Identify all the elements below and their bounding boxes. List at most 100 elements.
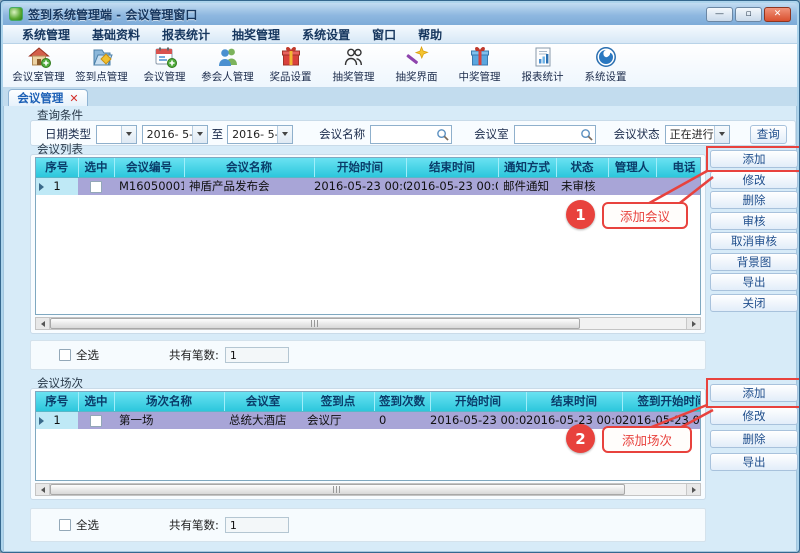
scroll-right-icon[interactable] [686, 484, 700, 495]
report-chart-icon [531, 45, 555, 69]
col-seq[interactable]: 序号 [36, 392, 78, 411]
meeting-table-row[interactable]: 1 M16050001 神盾产品发布会 2016-05-23 00:00 201… [36, 177, 701, 195]
room-input[interactable] [515, 127, 580, 142]
row-start-time: 2016-05-23 00:00 [314, 177, 406, 195]
session-add-button[interactable]: 添加 [710, 384, 798, 402]
scroll-left-icon[interactable] [36, 484, 50, 495]
meeting-add-button[interactable]: 添加 [710, 150, 798, 168]
chevron-down-icon[interactable] [714, 126, 729, 143]
toolbar-attendee-management[interactable]: 参会人管理 [196, 45, 259, 87]
toolbar-winner-management[interactable]: 中奖管理 [448, 45, 511, 87]
search-button[interactable]: 查询 [750, 125, 787, 144]
status-select[interactable]: 正在进行 [665, 125, 730, 144]
tab-close-icon[interactable]: ✕ [69, 92, 78, 105]
row-checkpoint: 会议厅 [302, 411, 374, 429]
sessions-footer-panel: 全选 共有笔数: 1 [30, 508, 706, 542]
toolbar-lottery-screen[interactable]: 抽奖界面 [385, 45, 448, 87]
toolbar: 会议室管理 签到点管理 会议管理 [3, 44, 797, 88]
sessions-table-row[interactable]: 1 第一场 总统大酒店 会议厅 0 2016-05-23 00:00 2016-… [36, 411, 701, 429]
meeting-audit-button[interactable]: 审核 [710, 212, 798, 230]
col-meeting-name[interactable]: 会议名称 [184, 158, 314, 177]
col-selected[interactable]: 选中 [78, 392, 114, 411]
close-button[interactable]: ✕ [764, 7, 791, 22]
toolbar-system-settings[interactable]: 系统设置 [574, 45, 637, 87]
chevron-down-icon[interactable] [192, 126, 207, 143]
toolbar-lottery-management[interactable]: 抽奖管理 [322, 45, 385, 87]
col-room[interactable]: 会议室 [224, 392, 302, 411]
meeting-close-button[interactable]: 关闭 [710, 294, 798, 312]
toolbar-prize-settings[interactable]: 奖品设置 [259, 45, 322, 87]
meeting-list-legend: 会议列表 [37, 141, 83, 157]
toolbar-label: 中奖管理 [459, 69, 501, 84]
menu-base-data[interactable]: 基础资料 [83, 26, 149, 43]
date-from-picker[interactable]: 2016- 5- 1 [142, 125, 208, 144]
scroll-right-icon[interactable] [686, 318, 700, 329]
search-icon[interactable] [580, 128, 593, 141]
minimize-button[interactable]: — [706, 7, 733, 22]
row-start-time: 2016-05-23 00:00 [430, 411, 526, 429]
query-groupbox: 查询条件 日期类型 2016- 5- 1 至 2016- 5-23 会议名称 [30, 120, 796, 146]
checkpoint-icon [90, 45, 114, 69]
meeting-export-button[interactable]: 导出 [710, 273, 798, 291]
scroll-thumb[interactable] [50, 318, 580, 329]
meeting-delete-button[interactable]: 删除 [710, 191, 798, 209]
menu-report-stats[interactable]: 报表统计 [153, 26, 219, 43]
row-checkbox[interactable] [90, 415, 102, 427]
row-checkbox[interactable] [90, 181, 102, 193]
col-manager[interactable]: 管理人 [608, 158, 656, 177]
col-end-time[interactable]: 结束时间 [406, 158, 498, 177]
meeting-name-input[interactable] [371, 127, 436, 142]
col-checkpoint[interactable]: 签到点 [302, 392, 374, 411]
col-selected[interactable]: 选中 [78, 158, 114, 177]
col-signin-start-time[interactable]: 签到开始时间 [622, 392, 701, 411]
maximize-button[interactable]: ▫ [735, 7, 762, 22]
select-all-checkbox[interactable] [59, 519, 71, 531]
date-to-separator: 至 [212, 126, 224, 142]
query-legend: 查询条件 [37, 107, 83, 123]
toolbar-report-statistics[interactable]: 报表统计 [511, 45, 574, 87]
col-status[interactable]: 状态 [556, 158, 608, 177]
meeting-table-hscrollbar[interactable] [35, 317, 701, 330]
menu-help[interactable]: 帮助 [409, 26, 451, 43]
menu-window[interactable]: 窗口 [363, 26, 405, 43]
date-type-select[interactable] [96, 125, 137, 144]
col-session-name[interactable]: 场次名称 [114, 392, 224, 411]
toolbar-meeting-room-management[interactable]: 会议室管理 [7, 45, 70, 87]
scroll-thumb[interactable] [50, 484, 625, 495]
meeting-cancel-audit-button[interactable]: 取消审核 [710, 232, 798, 250]
menu-lottery-management[interactable]: 抽奖管理 [223, 26, 289, 43]
toolbar-meeting-management[interactable]: 会议管理 [133, 45, 196, 87]
menu-system-settings[interactable]: 系统设置 [293, 26, 359, 43]
session-modify-button[interactable]: 修改 [710, 407, 798, 425]
col-signin-count[interactable]: 签到次数 [374, 392, 430, 411]
room-search [514, 125, 596, 144]
title-bar: 签到系统管理端 - 会议管理窗口 — ▫ ✕ [3, 3, 797, 25]
session-export-button[interactable]: 导出 [710, 453, 798, 471]
col-start-time[interactable]: 开始时间 [430, 392, 526, 411]
chevron-down-icon[interactable] [277, 126, 292, 143]
select-all-checkbox[interactable] [59, 349, 71, 361]
col-phone[interactable]: 电话 [656, 158, 701, 177]
col-start-time[interactable]: 开始时间 [314, 158, 406, 177]
col-end-time[interactable]: 结束时间 [526, 392, 622, 411]
scroll-left-icon[interactable] [36, 318, 50, 329]
toolbar-label: 参会人管理 [201, 69, 254, 84]
session-delete-button[interactable]: 删除 [710, 430, 798, 448]
date-from-value: 2016- 5- 1 [143, 128, 192, 141]
tab-meeting-management[interactable]: 会议管理 ✕ [8, 89, 88, 106]
meeting-modify-button[interactable]: 修改 [710, 171, 798, 189]
toolbar-checkpoint-management[interactable]: 签到点管理 [70, 45, 133, 87]
col-meeting-id[interactable]: 会议编号 [114, 158, 184, 177]
menu-system-management[interactable]: 系统管理 [13, 26, 79, 43]
search-icon[interactable] [436, 128, 449, 141]
sessions-table-hscrollbar[interactable] [35, 483, 701, 496]
step-1-callout: 添加会议 [602, 202, 688, 229]
status-value: 正在进行 [666, 126, 714, 142]
col-seq[interactable]: 序号 [36, 158, 78, 177]
date-to-picker[interactable]: 2016- 5-23 [227, 125, 293, 144]
main-content: 查询条件 日期类型 2016- 5- 1 至 2016- 5-23 会议名称 [3, 106, 797, 552]
room-label: 会议室 [474, 126, 509, 142]
chevron-down-icon[interactable] [121, 126, 136, 143]
meeting-background-button[interactable]: 背景图 [710, 253, 798, 271]
col-notify-method[interactable]: 通知方式 [498, 158, 556, 177]
